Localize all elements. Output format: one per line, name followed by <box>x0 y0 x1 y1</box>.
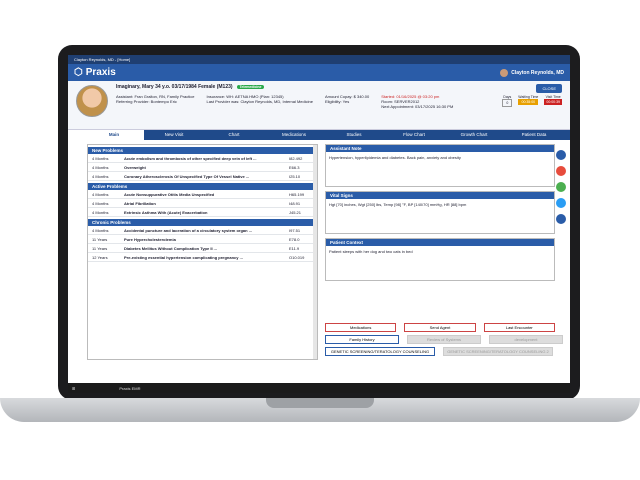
days-label: Days <box>503 95 512 99</box>
app-brand: ⬡ Praxis <box>74 67 116 78</box>
patient-context-text[interactable]: Patient sleeps with her dog and two cats… <box>326 246 554 280</box>
user-menu[interactable]: Clayton Reynolds, MD <box>500 68 564 77</box>
table-row[interactable]: 4 Months Atrial Fibrillation I48.91 <box>88 199 317 208</box>
praxis-logo-icon: ⬡ <box>74 67 83 78</box>
send-agent-button[interactable]: Send Agent <box>404 323 476 332</box>
rx-icon[interactable] <box>556 182 566 192</box>
next-appointment: Next Appointment: 03/17/2025 16:30 PM <box>381 104 454 109</box>
vital-signs-title: Vital Signs <box>326 192 554 199</box>
assistant-note-title: Assistant Note <box>326 145 554 152</box>
taskbar-app[interactable]: Praxis EMR <box>119 386 140 391</box>
tab-growth-chart[interactable]: Growth Chart <box>444 130 504 140</box>
review-systems-button[interactable]: Review of Systems <box>407 335 481 344</box>
device-icon[interactable] <box>556 214 566 224</box>
table-row[interactable]: 12 Years Pre-existing essential hypertens… <box>88 253 317 262</box>
days-value: 0 <box>502 99 513 107</box>
tab-patient-data[interactable]: Patient Data <box>504 130 564 140</box>
patient-header: Imaginary, Mary 34 y.o. 03/17/1984 Femal… <box>68 81 570 130</box>
app-screen: Clayton Reynolds, MD - [Home] ⬡ Praxis Cl… <box>68 55 570 393</box>
calendar-icon[interactable] <box>556 166 566 176</box>
problems-scrollbar[interactable] <box>313 145 317 359</box>
eligibility: Eligibility: Yes <box>324 99 350 104</box>
app-header: ⬡ Praxis Clayton Reynolds, MD <box>68 64 570 81</box>
right-sidebar <box>556 150 568 230</box>
visit-label: Visit Time <box>545 95 561 99</box>
development-button[interactable]: development <box>489 335 563 344</box>
visit-time: 00:00:39 <box>544 99 562 105</box>
vital-signs-box: Vital Signs Hgt [70] inches, Wgt [250] l… <box>325 191 555 234</box>
patient-photo <box>76 85 108 117</box>
tab-studies[interactable]: Studies <box>324 130 384 140</box>
windows-start-icon[interactable]: ⊞ <box>72 386 75 391</box>
laptop-notch <box>266 398 374 408</box>
chronic-problems-header: Chronic Problems <box>88 219 317 226</box>
patient-name: Imaginary, Mary 34 y.o. 03/17/1984 Femal… <box>116 84 233 90</box>
waiting-label: Waiting Time <box>518 95 539 99</box>
patient-info: Imaginary, Mary 34 y.o. 03/17/1984 Femal… <box>116 84 453 109</box>
action-buttons-row1: Medications Send Agent Last Encounter <box>325 323 555 332</box>
telemedicine-badge[interactable]: Telemedicine <box>236 85 265 89</box>
last-provider: Last Provider was: Clayton Reynolds, MD,… <box>206 99 313 104</box>
problems-panel: New Problems 4 Months Acute embolism and … <box>87 144 318 360</box>
table-row[interactable]: 11 Years Pure Hypercholesterolemia E78.0 <box>88 235 317 244</box>
timers: Days 0 Waiting Time 00:35:00 Visit Time 00:… <box>502 95 562 107</box>
close-button[interactable]: CLOSE <box>536 84 562 93</box>
assistant-note-text[interactable]: Hypertension, hyperlipidemia and diabete… <box>326 152 554 186</box>
medications-button[interactable]: Medications <box>325 323 397 332</box>
laptop-frame: Clayton Reynolds, MD - [Home] ⬡ Praxis Cl… <box>58 45 580 400</box>
patient-context-box: Patient Context Patient sleeps with her … <box>325 238 555 281</box>
referring-provider: Referring Provider: Bontempo Eric <box>116 99 177 104</box>
genetic-screening-button[interactable]: GENETIC SCREENING/TERATOLOGY COUNSELING <box>325 347 435 356</box>
assistant-note-box: Assistant Note Hypertension, hyperlipide… <box>325 144 555 187</box>
app-name: Praxis <box>85 67 116 78</box>
tab-bar: Main New Visit Chart Medications Studies… <box>84 130 570 140</box>
tab-chart[interactable]: Chart <box>204 130 264 140</box>
vitals-icon[interactable] <box>556 198 566 208</box>
active-problems-header: Active Problems <box>88 183 317 190</box>
new-problems-header: New Problems <box>88 147 317 154</box>
patient-context-title: Patient Context <box>326 239 554 246</box>
taskbar: ⊞ Praxis EMR <box>68 383 570 393</box>
tab-medications[interactable]: Medications <box>264 130 324 140</box>
notes-column: Assistant Note Hypertension, hyperlipide… <box>325 144 555 285</box>
genetic-screening-2-button[interactable]: GENETIC SCREENING/TERATOLOGY COUNSELING … <box>443 347 553 356</box>
table-row[interactable]: 4 Months Accidental puncture and lacerati… <box>88 226 317 235</box>
family-history-button[interactable]: Family History <box>325 335 399 344</box>
table-row[interactable]: 4 Months Acute Nonsuppurative Otitis Medi… <box>88 190 317 199</box>
main-content: New Problems 4 Months Acute embolism and … <box>83 140 563 365</box>
user-name: Clayton Reynolds, MD <box>511 69 564 76</box>
window-title: Clayton Reynolds, MD - [Home] <box>68 55 570 64</box>
table-row[interactable]: 11 Years Diabetes Mellitus Without Compli… <box>88 244 317 253</box>
tab-main[interactable]: Main <box>84 130 144 140</box>
user-avatar <box>500 68 509 77</box>
table-row[interactable]: 4 Months Coronary Atherosclerosis Of Unsp… <box>88 172 317 181</box>
action-buttons-row3: GENETIC SCREENING/TERATOLOGY COUNSELING … <box>325 347 553 356</box>
message-icon[interactable] <box>556 150 566 160</box>
table-row[interactable]: 4 Months Acute embolism and thrombosis of… <box>88 154 317 163</box>
last-encounter-button[interactable]: Last Encounter <box>483 323 555 332</box>
action-buttons-row2: Family History Review of Systems develop… <box>325 335 563 344</box>
tab-flow-chart[interactable]: Flow Chart <box>384 130 444 140</box>
waiting-time: 00:35:00 <box>518 99 539 105</box>
table-row[interactable]: 4 Months Extrinsic Asthma With (Acute) Ex… <box>88 208 317 217</box>
vital-signs-text[interactable]: Hgt [70] inches, Wgt [250] lbs, Temp [98… <box>326 199 554 233</box>
tab-new-visit[interactable]: New Visit <box>144 130 204 140</box>
table-row[interactable]: 4 Months Overweight E66.3 <box>88 163 317 172</box>
